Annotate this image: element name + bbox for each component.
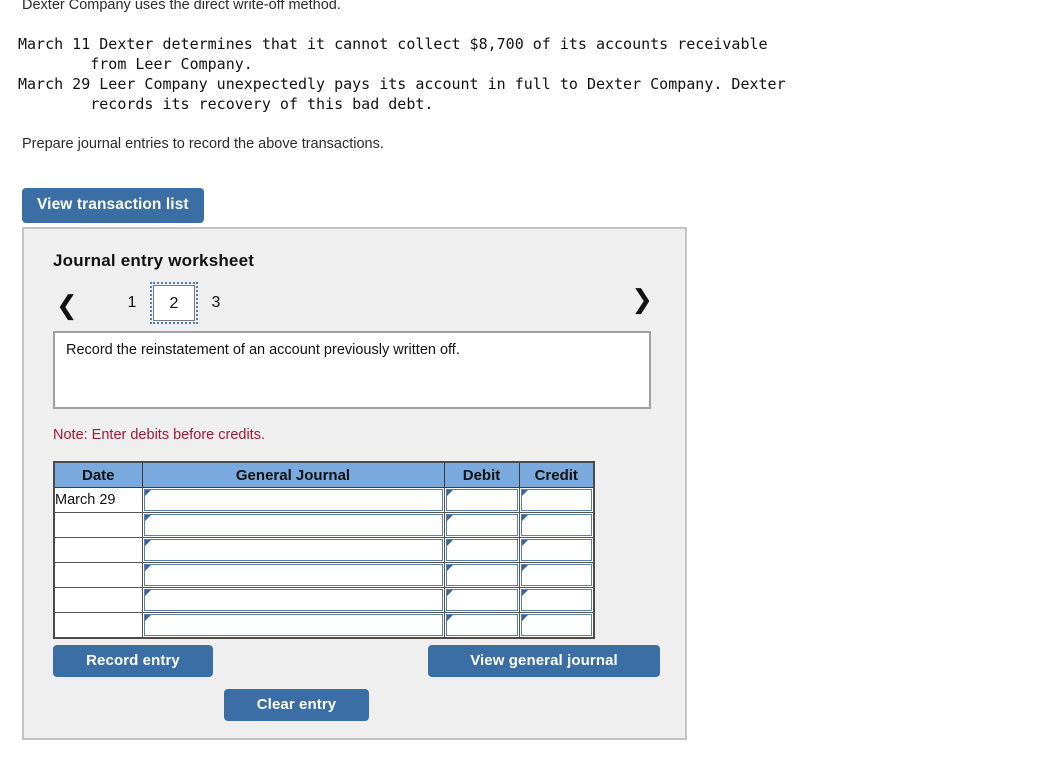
debits-before-credits-note: Note: Enter debits before credits. [53,427,265,443]
debit-field[interactable] [443,612,520,639]
table-row [53,587,595,613]
debit-field[interactable] [443,562,520,588]
journal-account-field[interactable] [141,562,445,588]
credit-input[interactable] [520,614,592,636]
pager-tab-1[interactable]: 1 [111,285,153,321]
debit-input[interactable] [445,564,518,586]
column-header-debit: Debit [443,461,520,488]
credit-input[interactable] [520,564,592,586]
problem-intro-text: Dexter Company uses the direct write-off… [22,0,341,13]
debit-input[interactable] [445,539,518,561]
debit-field[interactable] [443,487,520,513]
pager-tab-list: 1 2 3 [111,282,237,324]
debit-input[interactable] [445,589,518,611]
journal-account-input[interactable] [143,614,443,636]
clear-entry-button[interactable]: Clear entry [224,689,369,721]
table-header-row: Date General Journal Debit Credit [53,461,595,488]
chevron-left-icon[interactable]: ❮ [56,293,78,319]
credit-input[interactable] [520,489,592,511]
table-row: March 29 [53,487,595,513]
worksheet-pager: ❮ 1 2 3 ❯ [51,282,661,327]
column-header-credit: Credit [518,461,595,488]
table-row [53,512,595,538]
credit-input[interactable] [520,589,592,611]
date-cell[interactable] [53,612,143,639]
transactions-text: March 11 Dexter determines that it canno… [18,35,786,113]
journal-account-input[interactable] [143,514,443,536]
debit-input[interactable] [445,514,518,536]
pager-tab-2[interactable]: 2 [150,282,198,324]
date-cell[interactable]: March 29 [53,487,143,513]
journal-account-field[interactable] [141,487,445,513]
worksheet-title: Journal entry worksheet [53,251,255,270]
credit-field[interactable] [518,612,595,639]
journal-account-input[interactable] [143,564,443,586]
record-entry-button[interactable]: Record entry [53,645,213,677]
date-cell[interactable] [53,562,143,588]
debit-field[interactable] [443,537,520,563]
chevron-right-icon[interactable]: ❯ [631,287,653,313]
journal-entry-worksheet-panel: Journal entry worksheet ❮ 1 2 3 ❯ Record… [22,227,687,740]
pager-tab-3[interactable]: 3 [195,285,237,321]
debit-field[interactable] [443,512,520,538]
view-transaction-list-button[interactable]: View transaction list [22,188,204,223]
journal-account-input[interactable] [143,489,443,511]
credit-input[interactable] [520,514,592,536]
table-row [53,537,595,563]
journal-account-field[interactable] [141,512,445,538]
credit-field[interactable] [518,587,595,613]
journal-account-field[interactable] [141,537,445,563]
journal-account-input[interactable] [143,589,443,611]
column-header-general-journal: General Journal [141,461,445,488]
general-journal-table: Date General Journal Debit Credit March … [53,461,595,639]
column-header-date: Date [53,461,143,488]
credit-field[interactable] [518,512,595,538]
credit-input[interactable] [520,539,592,561]
table-row [53,612,595,639]
date-cell[interactable] [53,587,143,613]
date-cell[interactable] [53,512,143,538]
debit-input[interactable] [445,489,518,511]
view-general-journal-button[interactable]: View general journal [428,645,660,677]
date-cell[interactable] [53,537,143,563]
credit-field[interactable] [518,537,595,563]
journal-account-field[interactable] [141,587,445,613]
journal-account-field[interactable] [141,612,445,639]
credit-field[interactable] [518,487,595,513]
credit-field[interactable] [518,562,595,588]
debit-field[interactable] [443,587,520,613]
debit-input[interactable] [445,614,518,636]
worksheet-instruction-text: Record the reinstatement of an account p… [53,331,651,409]
journal-account-input[interactable] [143,539,443,561]
prepare-instruction-text: Prepare journal entries to record the ab… [22,136,384,152]
table-row [53,562,595,588]
